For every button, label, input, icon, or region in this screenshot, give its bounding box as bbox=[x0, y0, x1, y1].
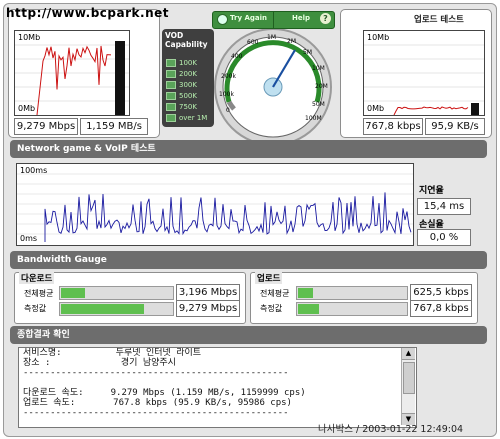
vod-panel: VOD Capability 100K 200K 300K 500K 750K … bbox=[162, 29, 214, 127]
latency-graph-svg bbox=[17, 173, 413, 242]
bandwidth-header: Bandwidth Gauge bbox=[10, 251, 487, 269]
download-average-bar-fill bbox=[61, 288, 85, 298]
upload-title: 업로드 테스트 bbox=[414, 15, 464, 25]
footer-signature: 나사박스 / 2003-01-22 12:49:04 bbox=[318, 424, 464, 435]
gauge-tick-label: 400 bbox=[231, 53, 243, 60]
download-measured-label: 측정값 bbox=[24, 304, 47, 313]
gauge-tick-label: 600 bbox=[247, 39, 259, 46]
latency-graph: 100ms 0ms bbox=[16, 163, 414, 246]
download-measured-value: 9,279 Mbps bbox=[176, 300, 240, 317]
help-icon: ? bbox=[320, 13, 331, 24]
result-line: 장소 : 경기 남양주시 bbox=[23, 358, 176, 368]
scroll-up-arrow-icon[interactable]: ▲ bbox=[402, 348, 415, 360]
bandwidth-upload-title: 업로드 bbox=[255, 272, 283, 284]
download-measured-bar-fill bbox=[61, 304, 144, 314]
upload-level-bar bbox=[471, 103, 479, 115]
download-graph-bottom-label: 0Mb bbox=[18, 104, 36, 113]
upload-measured-bar bbox=[296, 302, 408, 316]
latency-trace bbox=[44, 192, 412, 242]
upload-graph: 10Mb 0Mb bbox=[363, 30, 485, 116]
try-again-icon bbox=[217, 14, 228, 25]
gauge-tick-label: 10M bbox=[312, 65, 325, 72]
try-again-button[interactable]: Try Again bbox=[212, 11, 274, 29]
result-line: 다운로드 속도: 9.279 Mbps (1.159 MB/s, 1159999… bbox=[23, 388, 306, 398]
vod-title: VOD Capability bbox=[165, 31, 208, 49]
download-trace bbox=[36, 45, 112, 115]
gauge-tick-label: 50M bbox=[312, 101, 325, 108]
result-textbox[interactable]: 서비스명: 두루넷 인터넷 라이트 장소 : 경기 남양주시 -----------… bbox=[18, 347, 417, 428]
upload-average-bar bbox=[296, 286, 408, 300]
download-graph-top-label: 10Mb bbox=[18, 33, 41, 42]
watermark-text: http://www.bcpark.net bbox=[6, 6, 169, 20]
gauge-tick-label: 2M bbox=[287, 38, 296, 45]
download-speed-mbps: 9,279 Mbps bbox=[14, 118, 78, 135]
try-again-label: Try Again bbox=[230, 14, 267, 22]
result-line: 업로드 속도: 767.8 kbps (95.9 KB/s, 95986 cps… bbox=[23, 398, 292, 408]
help-button[interactable]: Help ? bbox=[273, 11, 335, 29]
latency-value: 15,4 ms bbox=[417, 198, 471, 215]
vod-item-500k: 500K bbox=[166, 92, 197, 101]
download-graph-svg bbox=[15, 41, 129, 115]
download-speed-mbs: 1,159 MB/s bbox=[80, 118, 148, 135]
upload-graph-bottom-label: 0Mb bbox=[367, 104, 385, 113]
upload-trace bbox=[393, 106, 469, 115]
result-line: ----------------------------------------… bbox=[23, 408, 289, 418]
gauge-tick-label: 100k bbox=[219, 91, 234, 98]
upload-speed-kbs: 95,9 KB/s bbox=[425, 118, 485, 135]
result-header: 종합결과 확인 bbox=[10, 326, 487, 344]
help-label: Help bbox=[292, 14, 311, 22]
upload-graph-svg bbox=[364, 44, 484, 115]
upload-average-bar-fill bbox=[298, 288, 313, 298]
result-line: ----------------------------------------… bbox=[23, 368, 289, 378]
latency-label: 지연율 bbox=[419, 186, 444, 196]
upload-average-label: 전체평균 bbox=[260, 289, 290, 298]
scroll-thumb[interactable] bbox=[403, 362, 415, 394]
download-graph: 10Mb 0Mb bbox=[14, 30, 130, 116]
gauge-tick-label: 5M bbox=[303, 49, 312, 56]
result-line: 서비스명: 두루넷 인터넷 라이트 bbox=[23, 348, 202, 358]
vod-item-over-1m: over 1M bbox=[166, 114, 207, 123]
vod-item-200k: 200K bbox=[166, 70, 197, 79]
upload-measured-label: 측정값 bbox=[260, 304, 283, 313]
vod-item-300k: 300K bbox=[166, 81, 197, 90]
upload-measured-bar-fill bbox=[298, 304, 320, 314]
vod-item-100k: 100K bbox=[166, 59, 197, 68]
gauge-tick-label: 100M bbox=[305, 115, 322, 122]
gauge-tick-label: 1M bbox=[267, 34, 276, 41]
upload-average-value: 625,5 kbps bbox=[410, 284, 472, 301]
download-level-bar bbox=[115, 41, 125, 115]
result-scrollbar[interactable]: ▲ ▼ bbox=[401, 348, 415, 425]
upload-graph-top-label: 10Mb bbox=[367, 33, 390, 42]
result-line bbox=[19, 378, 416, 388]
upload-speed-kbps: 767,8 kbps bbox=[363, 118, 423, 135]
loss-value: 0,0 % bbox=[417, 229, 471, 246]
download-measured-bar bbox=[59, 302, 174, 316]
vod-item-750k: 750K bbox=[166, 103, 197, 112]
latency-graph-top-label: 100ms bbox=[20, 166, 48, 175]
latency-graph-bottom-label: 0ms bbox=[20, 234, 38, 243]
speed-test-window: 10Mb 0Mb 9,279 Mbps 1,159 MB/s http://ww… bbox=[3, 3, 497, 437]
network-game-header: Network game & VoIP 테스트 bbox=[10, 140, 487, 158]
gauge-tick-label: 0 bbox=[226, 107, 230, 114]
speed-gauge: 0 100k 200k 400 600 1M 2M 5M 10M 20M 50M… bbox=[209, 7, 337, 147]
download-average-label: 전체평균 bbox=[24, 289, 54, 298]
gauge-tick-label: 20M bbox=[315, 83, 328, 90]
upload-measured-value: 767,8 kbps bbox=[410, 300, 472, 317]
bandwidth-download-title: 다운로드 bbox=[19, 272, 55, 284]
download-average-bar bbox=[59, 286, 174, 300]
gauge-tick-label: 200k bbox=[221, 73, 236, 80]
download-average-value: 3,196 Mbps bbox=[176, 284, 240, 301]
